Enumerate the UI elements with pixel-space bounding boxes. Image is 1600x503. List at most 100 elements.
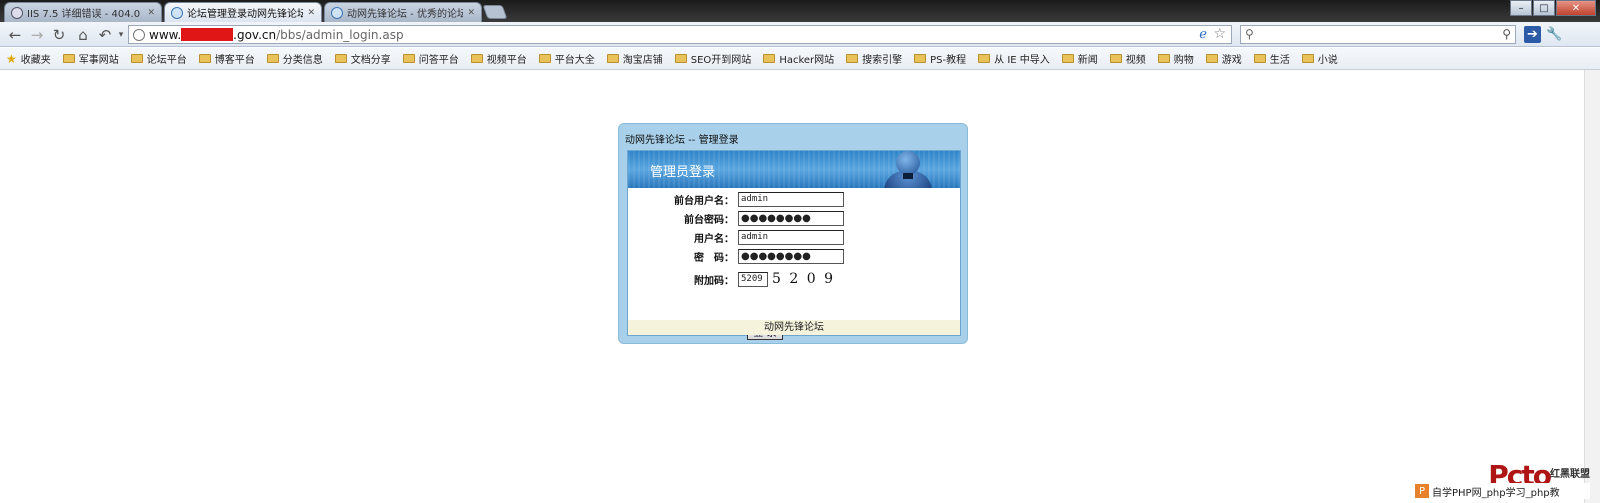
bookmark-folder[interactable]: 视频平台 bbox=[470, 51, 527, 66]
folder-icon bbox=[538, 54, 551, 63]
field-label: 前台密码： bbox=[684, 214, 734, 226]
close-tab-icon[interactable]: ✕ bbox=[307, 8, 315, 18]
bookmark-label: 新闻 bbox=[1077, 55, 1098, 66]
folder-icon bbox=[846, 54, 859, 63]
bookmark-label: 搜索引擎 bbox=[862, 55, 903, 66]
bookmark-label: 购物 bbox=[1173, 55, 1194, 66]
bookmark-folder[interactable]: 博客平台 bbox=[198, 51, 255, 66]
bookmark-folder[interactable]: SEO开到网站 bbox=[674, 51, 751, 66]
wrench-icon[interactable]: 🔧 bbox=[1546, 26, 1563, 43]
field-label: 附加码： bbox=[694, 275, 734, 287]
folder-icon bbox=[62, 54, 75, 63]
password-input[interactable]: ●●●●●●●● bbox=[738, 248, 844, 264]
folder-icon bbox=[1205, 54, 1218, 63]
bookmark-folder[interactable]: 论坛平台 bbox=[130, 51, 187, 66]
close-window-button[interactable]: ✕ bbox=[1556, 0, 1596, 16]
vertical-scrollbar[interactable] bbox=[1584, 70, 1600, 503]
bookmark-label: 生活 bbox=[1269, 55, 1290, 66]
url-prefix: www. bbox=[149, 27, 182, 42]
address-bar[interactable]: www. .gov.cn /bbs/admin_login.asp ℯ ☆ bbox=[128, 25, 1232, 44]
bookmark-folder[interactable]: 视频 bbox=[1109, 51, 1146, 66]
bookmark-folder[interactable]: Hacker网站 bbox=[763, 51, 834, 66]
folder-icon bbox=[914, 54, 927, 63]
browser-toolbar: ← → ↻ ⌂ ↶ ▾ www. .gov.cn /bbs/admin_logi… bbox=[0, 22, 1600, 47]
panel-title: 动网先锋论坛 -- 管理登录 bbox=[625, 135, 739, 146]
forward-arrow-icon[interactable]: → bbox=[28, 26, 46, 44]
watermark: Pcto 红黑联盟 P 自学PHP网_php学习_php教 bbox=[1415, 459, 1590, 499]
bookmark-folder[interactable]: 平台大全 bbox=[538, 51, 595, 66]
front-password-input[interactable]: ●●●●●●●● bbox=[738, 210, 844, 226]
bookmark-folder[interactable]: 搜索引擎 bbox=[846, 51, 902, 66]
bookmark-folder[interactable]: 问答平台 bbox=[402, 51, 459, 66]
login-footer: 动网先锋论坛 bbox=[628, 320, 960, 335]
search-input[interactable]: ⚲ ⚲ bbox=[1240, 25, 1516, 44]
close-tab-icon[interactable]: ✕ bbox=[467, 8, 475, 18]
watermark-text: 自学PHP网_php学习_php教 bbox=[1432, 487, 1560, 499]
folder-icon bbox=[334, 54, 347, 63]
tab-admin-login[interactable]: 论坛管理登录动网先锋论坛 ✕ bbox=[164, 2, 322, 22]
bookmarks-bar: ★ 收藏夹 军事网站 论坛平台 博客平台 分类信息 文档分享 问答平台 视频平台… bbox=[0, 48, 1600, 70]
password-row: 密 码： ●●●●●●●● bbox=[628, 248, 844, 264]
back-arrow-icon[interactable]: ← bbox=[6, 26, 24, 44]
url-path: /bbs/admin_login.asp bbox=[276, 27, 404, 42]
folder-icon bbox=[674, 54, 687, 63]
bookmark-folder[interactable]: 淘宝店铺 bbox=[606, 51, 663, 66]
front-username-input[interactable]: admin bbox=[738, 191, 844, 207]
bookmark-favorites[interactable]: ★ 收藏夹 bbox=[6, 51, 51, 67]
bookmark-folder[interactable]: 小说 bbox=[1301, 51, 1338, 66]
bookmark-folder[interactable]: 新闻 bbox=[1061, 51, 1098, 66]
field-label: 密 码： bbox=[694, 252, 734, 264]
bookmark-label: 博客平台 bbox=[214, 55, 255, 66]
bookmark-folder[interactable]: 生活 bbox=[1253, 51, 1290, 66]
bookmark-label: 视频 bbox=[1125, 55, 1146, 66]
globe-icon bbox=[11, 6, 23, 19]
window-controls: – □ ✕ bbox=[1510, 0, 1596, 16]
reload-icon[interactable]: ↻ bbox=[50, 26, 68, 44]
globe-icon bbox=[133, 29, 145, 41]
close-tab-icon[interactable]: ✕ bbox=[147, 8, 155, 18]
tab-label: 动网先锋论坛 - 优秀的论坛 bbox=[347, 9, 464, 20]
folder-icon bbox=[1301, 54, 1314, 63]
star-icon: ★ bbox=[6, 51, 17, 66]
bookmark-label: 淘宝店铺 bbox=[622, 55, 663, 66]
search-go-icon[interactable]: ⚲ bbox=[1502, 27, 1511, 41]
minimize-button[interactable]: – bbox=[1510, 0, 1532, 16]
bookmark-label: 分类信息 bbox=[282, 55, 323, 66]
home-icon[interactable]: ⌂ bbox=[74, 26, 92, 44]
maximize-button[interactable]: □ bbox=[1533, 0, 1555, 16]
tab-iis-error[interactable]: IIS 7.5 详细错误 - 404.0 - ✕ bbox=[4, 2, 162, 22]
front-username-row: 前台用户名： admin bbox=[628, 191, 844, 207]
bookmark-folder[interactable]: 购物 bbox=[1157, 51, 1194, 66]
bookmark-folder[interactable]: PS-教程 bbox=[914, 51, 966, 66]
ie-compat-icon[interactable]: ℯ bbox=[1199, 27, 1207, 42]
field-label: 用户名： bbox=[694, 233, 734, 245]
bookmark-folder[interactable]: 游戏 bbox=[1205, 51, 1242, 66]
new-tab-button[interactable] bbox=[482, 5, 508, 19]
captcha-image: 5 2 0 9 bbox=[772, 271, 835, 287]
bookmark-label: 视频平台 bbox=[486, 55, 527, 66]
php-icon: P bbox=[1415, 484, 1429, 498]
extension-icon[interactable]: ➔ bbox=[1524, 26, 1541, 43]
bookmark-label: 问答平台 bbox=[418, 55, 459, 66]
front-password-row: 前台密码： ●●●●●●●● bbox=[628, 210, 844, 226]
folder-icon bbox=[198, 54, 211, 63]
bookmark-folder[interactable]: 军事网站 bbox=[62, 51, 119, 66]
bookmark-folder[interactable]: 从 IE 中导入 bbox=[978, 51, 1050, 66]
admin-login-panel: 动网先锋论坛 -- 管理登录 管理员登录 前台用户名： admin 前台密码： … bbox=[618, 123, 968, 344]
bookmark-star-icon[interactable]: ☆ bbox=[1213, 26, 1226, 42]
bookmark-label: 平台大全 bbox=[554, 55, 595, 66]
bookmark-folder[interactable]: 分类信息 bbox=[266, 51, 323, 66]
bookmark-label: PS-教程 bbox=[930, 55, 967, 66]
captcha-input[interactable]: 5209 bbox=[738, 271, 768, 287]
bookmark-label: 论坛平台 bbox=[146, 55, 187, 66]
tab-forum[interactable]: 动网先锋论坛 - 优秀的论坛 ✕ bbox=[324, 2, 482, 22]
folder-icon bbox=[763, 54, 776, 63]
redaction-block bbox=[181, 28, 234, 41]
folder-icon bbox=[266, 54, 279, 63]
site-icon bbox=[331, 6, 343, 19]
bookmark-label: 从 IE 中导入 bbox=[994, 55, 1050, 66]
bookmark-folder[interactable]: 文档分享 bbox=[334, 51, 391, 66]
folder-icon bbox=[978, 54, 991, 63]
tab-label: IIS 7.5 详细错误 - 404.0 - bbox=[27, 9, 144, 20]
username-input[interactable]: admin bbox=[738, 229, 844, 245]
